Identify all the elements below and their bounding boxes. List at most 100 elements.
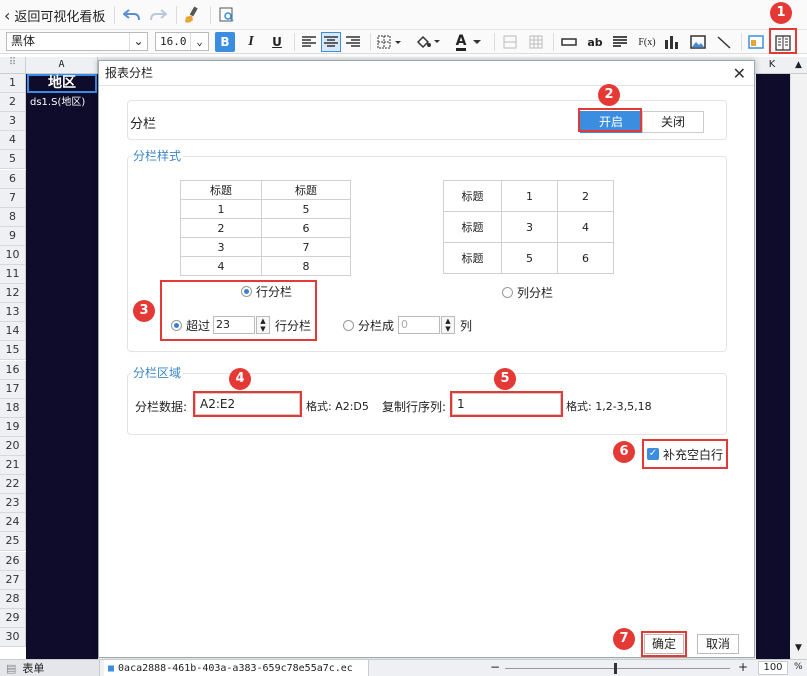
dialog-title-text: 报表分栏 [105, 66, 154, 80]
border-icon[interactable] [376, 33, 404, 51]
preview-cell: 5 [501, 242, 558, 274]
row-header[interactable]: 3 [0, 112, 26, 132]
preview-cell: 3 [180, 237, 262, 257]
row-header[interactable]: 2 [0, 93, 26, 113]
preview-icon[interactable] [217, 5, 237, 25]
split-into-input[interactable]: 0 [398, 316, 440, 334]
split-into-stepper[interactable]: ▲ ▼ [441, 316, 455, 334]
row-header[interactable]: 24 [0, 513, 26, 533]
font-color-icon[interactable]: A [452, 32, 486, 52]
column-header-a[interactable]: A [26, 57, 98, 73]
vertical-scrollbar[interactable] [790, 74, 807, 659]
sheet-tab[interactable]: ▤ 表单 [0, 660, 100, 676]
row-header[interactable]: 7 [0, 188, 26, 208]
highlight-box-1 [769, 28, 797, 54]
cancel-button[interactable]: 取消 [697, 634, 739, 654]
textbox-icon[interactable] [560, 33, 578, 51]
image-icon[interactable] [688, 33, 708, 51]
undo-icon[interactable] [122, 5, 142, 25]
row-header[interactable]: 9 [0, 226, 26, 246]
scroll-down-icon[interactable]: ▼ [790, 640, 807, 657]
font-size-select[interactable]: 16.0 ⌄ [155, 32, 209, 51]
cell-a1[interactable]: 地区 [27, 74, 97, 93]
step-badge-5: 5 [494, 368, 516, 390]
row-header[interactable]: 8 [0, 207, 26, 227]
close-icon[interactable]: ✕ [733, 64, 746, 83]
row-header[interactable]: 13 [0, 303, 26, 323]
row-header[interactable]: 12 [0, 284, 26, 304]
align-center-icon[interactable] [321, 32, 341, 52]
split-into-radio[interactable] [343, 320, 354, 331]
align-left-icon[interactable] [300, 33, 318, 51]
merge-cells-icon[interactable] [501, 33, 519, 51]
column-split-preview: 标题 1 2 标题 3 4 标题 5 6 [443, 180, 614, 274]
text-ab-button[interactable]: ab [585, 32, 605, 52]
row-header[interactable]: 5 [0, 150, 26, 170]
row-header[interactable]: 11 [0, 265, 26, 284]
column-header-k[interactable]: K [755, 57, 789, 73]
preview-cell: 标题 [443, 242, 502, 274]
select-all-icon[interactable]: ⠿ [0, 57, 26, 73]
preview-cell: 2 [557, 180, 614, 212]
row-header[interactable]: 30 [0, 627, 26, 647]
step-badge-1: 1 [770, 2, 792, 24]
row-header[interactable]: 21 [0, 456, 26, 475]
designer-window: ‹ 返回可视化看板 黑体 ⌄ 16.0 ⌄ B I U A ab F(x) 1 … [0, 0, 807, 676]
row-header[interactable]: 17 [0, 379, 26, 399]
zoom-slider-handle[interactable] [614, 663, 617, 674]
formula-button[interactable]: F(x) [636, 32, 658, 52]
cell-a2[interactable]: ds1.S(地区) [27, 94, 97, 112]
zoom-value[interactable]: 100 [758, 661, 788, 675]
column-a-cells[interactable] [26, 74, 98, 659]
file-tab[interactable]: ■ 0aca2888-461b-403a-a383-659c78e55a7c.e… [104, 660, 369, 676]
scroll-up-icon[interactable]: ▲ [790, 57, 807, 73]
italic-button[interactable]: I [241, 32, 261, 52]
back-label: 返回可视化看板 [14, 9, 106, 25]
split-into-suffix: 列 [460, 319, 473, 333]
row-header[interactable]: 4 [0, 131, 26, 151]
zoom-slider[interactable] [505, 668, 730, 669]
template-icon[interactable] [746, 33, 766, 51]
preview-cell: 4 [180, 256, 262, 276]
row-header[interactable]: 23 [0, 494, 26, 514]
section-label: 分栏 [130, 117, 157, 132]
column-k-cells[interactable] [756, 74, 790, 659]
row-header[interactable]: 14 [0, 322, 26, 342]
font-family-select[interactable]: 黑体 ⌄ [6, 32, 148, 51]
row-header[interactable]: 6 [0, 169, 26, 189]
split-data-label: 分栏数据: [135, 400, 188, 414]
zoom-out-button[interactable]: − [490, 660, 500, 674]
row-header[interactable]: 28 [0, 589, 26, 609]
row-header[interactable]: 22 [0, 475, 26, 495]
column-split-radio[interactable] [502, 287, 513, 298]
highlight-box-7 [641, 631, 687, 657]
align-right-icon[interactable] [344, 33, 362, 51]
preview-cell: 1 [501, 180, 558, 212]
row-header[interactable]: 29 [0, 608, 26, 628]
row-header[interactable]: 26 [0, 551, 26, 571]
split-data-format: 格式: A2:D5 [306, 400, 369, 413]
row-header[interactable]: 19 [0, 417, 26, 437]
format-brush-icon[interactable] [182, 5, 202, 25]
row-header[interactable]: 27 [0, 570, 26, 590]
fill-color-icon[interactable] [414, 33, 442, 51]
step-badge-4: 4 [229, 368, 251, 390]
row-header[interactable]: 15 [0, 341, 26, 361]
preview-cell: 6 [261, 218, 351, 238]
row-header[interactable]: 1 [0, 74, 26, 93]
redo-icon[interactable] [148, 5, 168, 25]
row-header[interactable]: 25 [0, 532, 26, 552]
bar-chart-icon[interactable] [663, 33, 681, 51]
row-header[interactable]: 20 [0, 436, 26, 456]
paragraph-icon[interactable] [611, 33, 629, 51]
zoom-in-button[interactable]: + [738, 660, 748, 674]
row-header[interactable]: 10 [0, 245, 26, 265]
split-cells-icon[interactable] [527, 33, 545, 51]
underline-button[interactable]: U [267, 32, 287, 52]
row-header[interactable]: 16 [0, 360, 26, 380]
back-button[interactable]: ‹ 返回可视化看板 [4, 6, 106, 25]
bold-button[interactable]: B [215, 32, 235, 52]
off-button[interactable]: 关闭 [642, 111, 704, 133]
row-header[interactable]: 18 [0, 398, 26, 418]
slash-line-icon[interactable] [714, 33, 734, 51]
